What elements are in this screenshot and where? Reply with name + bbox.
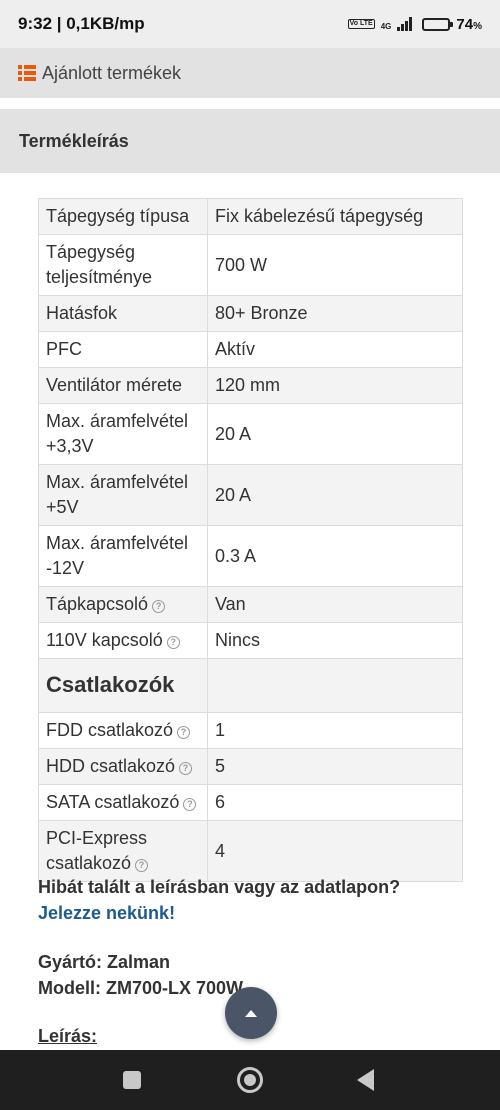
home-icon[interactable] xyxy=(237,1067,263,1093)
spec-value: Nincs xyxy=(207,622,463,659)
spec-table: Tápegység típusa Fix kábelezésű tápegysé… xyxy=(38,198,463,882)
spec-key: Tápegység teljesítménye xyxy=(38,234,208,296)
spec-key: FDD csatlakozó? xyxy=(38,712,208,749)
spec-value: 700 W xyxy=(207,234,463,296)
spec-value: 6 xyxy=(207,784,463,821)
section-title: Termékleírás xyxy=(19,130,129,151)
table-row: 110V kapcsoló? Nincs xyxy=(38,622,463,659)
status-indicators: Vo LTE 4G 74% xyxy=(347,15,482,33)
report-link[interactable]: Jelezze nekünk! xyxy=(38,900,478,926)
manufacturer-text: Gyártó: Zalman xyxy=(38,952,171,972)
table-row: PCI-Express csatlakozó? 4 xyxy=(38,820,463,882)
help-icon[interactable]: ? xyxy=(135,859,149,872)
recommended-products-label: Ajánlott termékek xyxy=(42,62,182,83)
recommended-products-link[interactable]: Ajánlott termékek xyxy=(0,48,500,98)
spec-key: PFC xyxy=(38,331,208,368)
help-icon[interactable]: ? xyxy=(183,798,197,811)
report-error-block: Hibát talált a leírásban vagy az adatlap… xyxy=(38,874,478,926)
table-row: Max. áramfelvétel -12V 0.3 A xyxy=(38,525,463,587)
scroll-to-top-button[interactable] xyxy=(225,987,277,1039)
spec-value: 80+ Bronze xyxy=(207,295,463,332)
recent-apps-icon[interactable] xyxy=(123,1071,141,1089)
help-icon[interactable]: ? xyxy=(177,726,191,739)
battery-icon xyxy=(422,17,454,31)
group-title: Csatlakozók xyxy=(38,658,208,713)
table-row: Tápegység teljesítménye 700 W xyxy=(38,234,463,296)
spec-key: Max. áramfelvétel +5V xyxy=(38,464,208,526)
table-row: FDD csatlakozó? 1 xyxy=(38,712,463,749)
spec-key: PCI-Express csatlakozó? xyxy=(38,820,208,882)
back-icon[interactable] xyxy=(357,1069,374,1091)
manufacturer-block: Gyártó: Zalman Modell: ZM700-LX 700W xyxy=(38,949,243,1001)
table-row: Tápegység típusa Fix kábelezésű tápegysé… xyxy=(38,198,463,235)
status-bar: 9:32 | 0,1KB/mp Vo LTE 4G 74% xyxy=(0,0,500,48)
connectors-group-row: Csatlakozók xyxy=(38,658,463,713)
spec-key: Max. áramfelvétel -12V xyxy=(38,525,208,587)
table-row: Hatásfok 80+ Bronze xyxy=(38,295,463,332)
spec-value: 120 mm xyxy=(207,367,463,404)
product-description-header[interactable]: Termékleírás xyxy=(0,109,500,173)
spec-key: Max. áramfelvétel +3,3V xyxy=(38,403,208,465)
table-row: Tápkapcsoló? Van xyxy=(38,586,463,623)
table-row: PFC Aktív xyxy=(38,331,463,368)
spec-key: SATA csatlakozó? xyxy=(38,784,208,821)
help-icon[interactable]: ? xyxy=(152,600,166,613)
description-label: Leírás: xyxy=(38,1026,98,1046)
status-time: 9:32 | 0,1KB/mp xyxy=(18,14,145,33)
table-row: HDD csatlakozó? 5 xyxy=(38,748,463,785)
system-navigation-bar xyxy=(0,1050,500,1110)
table-row: Max. áramfelvétel +5V 20 A xyxy=(38,464,463,526)
spec-key: HDD csatlakozó? xyxy=(38,748,208,785)
signal-icon xyxy=(397,17,413,31)
spec-value: Aktív xyxy=(207,331,463,368)
spec-value: 4 xyxy=(207,820,463,882)
volte-icon: Vo LTE xyxy=(347,19,375,29)
battery-percent: 74% xyxy=(456,15,482,33)
spec-key: 110V kapcsoló? xyxy=(38,622,208,659)
network-type-label: 4G xyxy=(380,21,392,31)
spec-value: 1 xyxy=(207,712,463,749)
table-row: Max. áramfelvétel +3,3V 20 A xyxy=(38,403,463,465)
help-icon[interactable]: ? xyxy=(166,636,180,649)
spec-key: Hatásfok xyxy=(38,295,208,332)
table-row: SATA csatlakozó? 6 xyxy=(38,784,463,821)
spec-value: 5 xyxy=(207,748,463,785)
spec-value: Fix kábelezésű tápegység xyxy=(207,198,463,235)
table-row: Ventilátor mérete 120 mm xyxy=(38,367,463,404)
spec-value: 20 A xyxy=(207,464,463,526)
model-text: Modell: ZM700-LX 700W xyxy=(38,978,244,998)
spec-key: Tápegység típusa xyxy=(38,198,208,235)
help-icon[interactable]: ? xyxy=(179,762,193,775)
spec-key: Ventilátor mérete xyxy=(38,367,208,404)
spec-value: Van xyxy=(207,586,463,623)
spec-value: 20 A xyxy=(207,403,463,465)
list-icon xyxy=(18,65,36,81)
group-empty-cell xyxy=(207,658,463,713)
report-question: Hibát talált a leírásban vagy az adatlap… xyxy=(38,877,401,897)
spec-value: 0.3 A xyxy=(207,525,463,587)
spec-key: Tápkapcsoló? xyxy=(38,586,208,623)
